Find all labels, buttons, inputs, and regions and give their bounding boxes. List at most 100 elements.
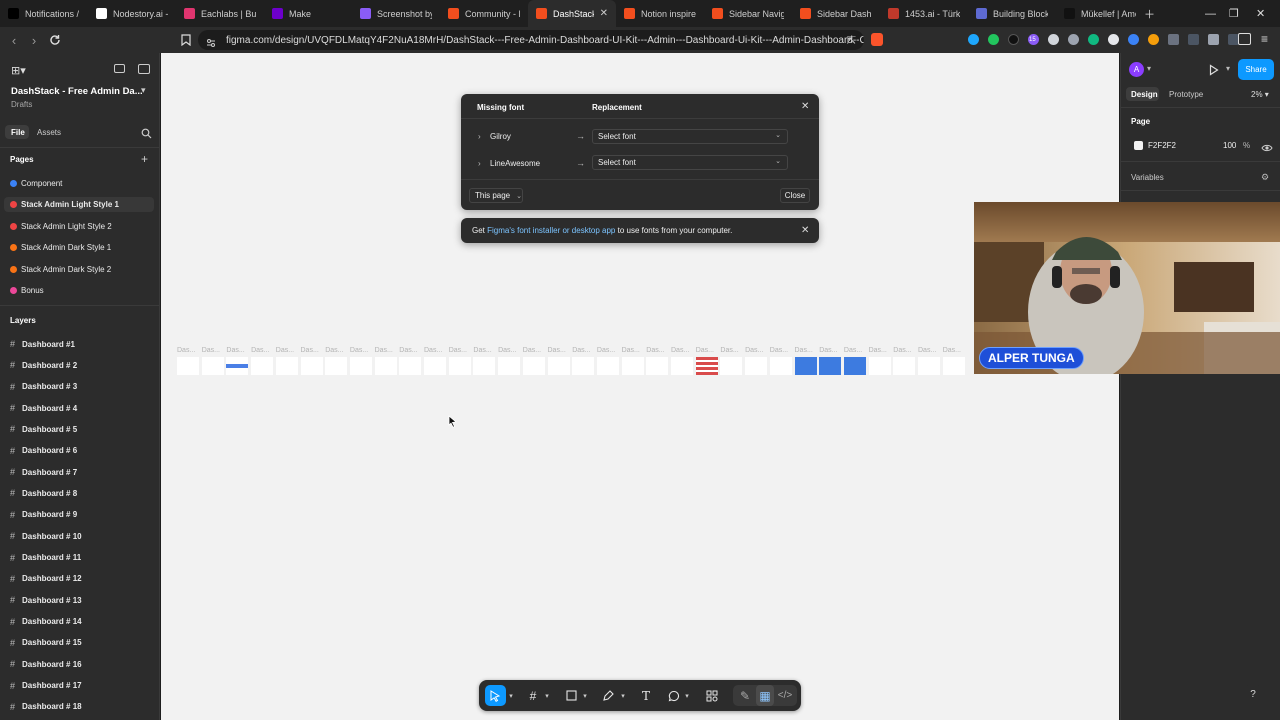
- chevron-right-icon[interactable]: ›: [478, 159, 481, 168]
- frame-thumbnail[interactable]: [893, 357, 916, 375]
- chevron-down-icon[interactable]: ▾: [507, 685, 515, 706]
- new-tab-button[interactable]: ＋: [1144, 0, 1155, 27]
- chevron-down-icon[interactable]: ▾: [1147, 64, 1151, 73]
- page-color-hex[interactable]: F2F2F2: [1148, 141, 1176, 150]
- chevron-down-icon[interactable]: ▾: [543, 685, 551, 706]
- layer-item[interactable]: # Dashboard # 18: [10, 702, 82, 712]
- layer-item[interactable]: # Dashboard # 6: [10, 446, 77, 456]
- extension-icon[interactable]: [968, 34, 979, 45]
- sidebar-toggle-icon[interactable]: [1238, 33, 1251, 45]
- variables-header[interactable]: Variables: [1131, 173, 1164, 182]
- frame-thumbnail[interactable]: [868, 357, 891, 375]
- browser-tab[interactable]: Sidebar Dashb: [792, 0, 880, 27]
- eye-icon[interactable]: [1261, 140, 1273, 158]
- frame-thumbnail[interactable]: [201, 357, 224, 375]
- font-installer-link[interactable]: Figma's font installer or desktop app: [487, 226, 615, 235]
- frame-thumbnail[interactable]: [572, 357, 595, 375]
- frame-tool-icon[interactable]: #: [525, 685, 541, 706]
- extension-icon[interactable]: [988, 34, 999, 45]
- layer-item[interactable]: # Dashboard # 16: [10, 659, 82, 669]
- chevron-down-icon[interactable]: ▾: [581, 685, 589, 706]
- extension-icon[interactable]: [1008, 34, 1019, 45]
- browser-tab[interactable]: Notifications / X: [0, 0, 88, 27]
- figma-main-menu-icon[interactable]: ⊞▾: [11, 64, 26, 77]
- layer-item[interactable]: # Dashboard # 3: [10, 382, 77, 392]
- frame-thumbnail[interactable]: [745, 357, 768, 375]
- browser-tab[interactable]: Sidebar Naviga: [704, 0, 792, 27]
- extensions-puzzle-icon[interactable]: [1208, 34, 1219, 45]
- extension-icon[interactable]: [1048, 34, 1059, 45]
- frame-thumbnail[interactable]: [448, 357, 471, 375]
- dev-mode-icon[interactable]: </>: [776, 685, 794, 706]
- text-tool-icon[interactable]: T: [638, 685, 654, 706]
- replacement-font-select[interactable]: Select font ⌄: [592, 129, 788, 144]
- browser-tab[interactable]: Make: [264, 0, 352, 27]
- frame-thumbnail[interactable]: [819, 357, 842, 375]
- layer-item[interactable]: # Dashboard # 13: [10, 595, 82, 605]
- extension-icon[interactable]: [1068, 34, 1079, 45]
- layer-item[interactable]: # Dashboard # 5: [10, 424, 77, 434]
- address-bar[interactable]: figma.com/design/UVQFDLMatqY4F2NuA18MrH/…: [198, 30, 864, 50]
- browser-tab[interactable]: Eachlabs | Build: [176, 0, 264, 27]
- extension-icon[interactable]: [1108, 34, 1119, 45]
- frame-thumbnail[interactable]: [374, 357, 397, 375]
- frame-thumbnail[interactable]: [251, 357, 274, 375]
- chevron-down-icon[interactable]: ▾: [141, 85, 146, 96]
- frame-thumbnail[interactable]: [399, 357, 422, 375]
- layer-item[interactable]: # Dashboard # 11: [10, 553, 81, 563]
- browser-tab[interactable]: Screenshot by: [352, 0, 440, 27]
- browser-menu-icon[interactable]: ≡: [1261, 32, 1268, 46]
- bookmark-icon[interactable]: [176, 30, 196, 50]
- frame-thumbnail[interactable]: [498, 357, 521, 375]
- scope-select[interactable]: This page ⌄: [469, 188, 523, 203]
- frame-thumbnail[interactable]: [473, 357, 496, 375]
- extension-badge-icon[interactable]: 15: [1028, 34, 1039, 45]
- extension-icon[interactable]: [1128, 34, 1139, 45]
- browser-tab[interactable]: 1453.ai - Türk A: [880, 0, 968, 27]
- back-icon[interactable]: ‹: [4, 30, 24, 50]
- browser-tab[interactable]: Building Blocks: [968, 0, 1056, 27]
- page-item[interactable]: Stack Admin Dark Style 1: [10, 243, 111, 252]
- brave-shield-icon[interactable]: [871, 33, 883, 46]
- chevron-down-icon[interactable]: ▾: [683, 685, 691, 706]
- share-button[interactable]: Share: [1238, 59, 1274, 80]
- close-icon[interactable]: ✕: [801, 101, 809, 112]
- zoom-level[interactable]: 2% ▾: [1251, 90, 1269, 99]
- chevron-right-icon[interactable]: ›: [478, 132, 481, 141]
- layer-item[interactable]: # Dashboard # 10: [10, 531, 82, 541]
- layer-item[interactable]: # Dashboard # 15: [10, 638, 82, 648]
- reload-icon[interactable]: [45, 30, 65, 50]
- chevron-down-icon[interactable]: ▾: [1226, 64, 1230, 73]
- actions-icon[interactable]: [704, 685, 720, 706]
- page-opacity[interactable]: 100: [1223, 141, 1236, 150]
- search-icon[interactable]: [141, 126, 152, 144]
- frame-thumbnail[interactable]: [843, 357, 866, 375]
- chevron-down-icon[interactable]: ▾: [619, 685, 627, 706]
- frame-thumbnail[interactable]: [177, 357, 199, 375]
- frame-thumbnail[interactable]: [769, 357, 792, 375]
- frame-thumbnail[interactable]: [794, 357, 817, 375]
- layer-item[interactable]: # Dashboard # 2: [10, 360, 77, 370]
- minimize-window-button[interactable]: —: [1205, 0, 1216, 27]
- panel-toggle-icon[interactable]: [138, 64, 150, 74]
- close-icon[interactable]: ✕: [801, 225, 809, 236]
- help-button[interactable]: ?: [1243, 684, 1263, 704]
- layer-item[interactable]: # Dashboard # 14: [10, 617, 82, 627]
- frame-thumbnail[interactable]: [720, 357, 743, 375]
- layer-item[interactable]: # Dashboard # 17: [10, 681, 82, 691]
- browser-tab[interactable]: Notion inspired: [616, 0, 704, 27]
- share-page-icon[interactable]: ⇱: [847, 34, 856, 47]
- tab-prototype[interactable]: Prototype: [1169, 90, 1203, 99]
- page-item[interactable]: Bonus: [10, 286, 44, 295]
- frame-thumbnail[interactable]: [646, 357, 669, 375]
- layer-item[interactable]: # Dashboard # 9: [10, 510, 77, 520]
- focus-view-icon[interactable]: [114, 64, 125, 73]
- move-tool-icon[interactable]: [485, 685, 506, 706]
- extension-icon[interactable]: [1088, 34, 1099, 45]
- draw-mode-icon[interactable]: ✎: [736, 685, 754, 706]
- replacement-font-select[interactable]: Select font ⌄: [592, 155, 788, 170]
- design-mode-icon[interactable]: ▦: [756, 685, 774, 706]
- forward-icon[interactable]: ›: [24, 30, 44, 50]
- layer-item[interactable]: # Dashboard # 8: [10, 488, 77, 498]
- close-window-button[interactable]: ✕: [1256, 0, 1265, 27]
